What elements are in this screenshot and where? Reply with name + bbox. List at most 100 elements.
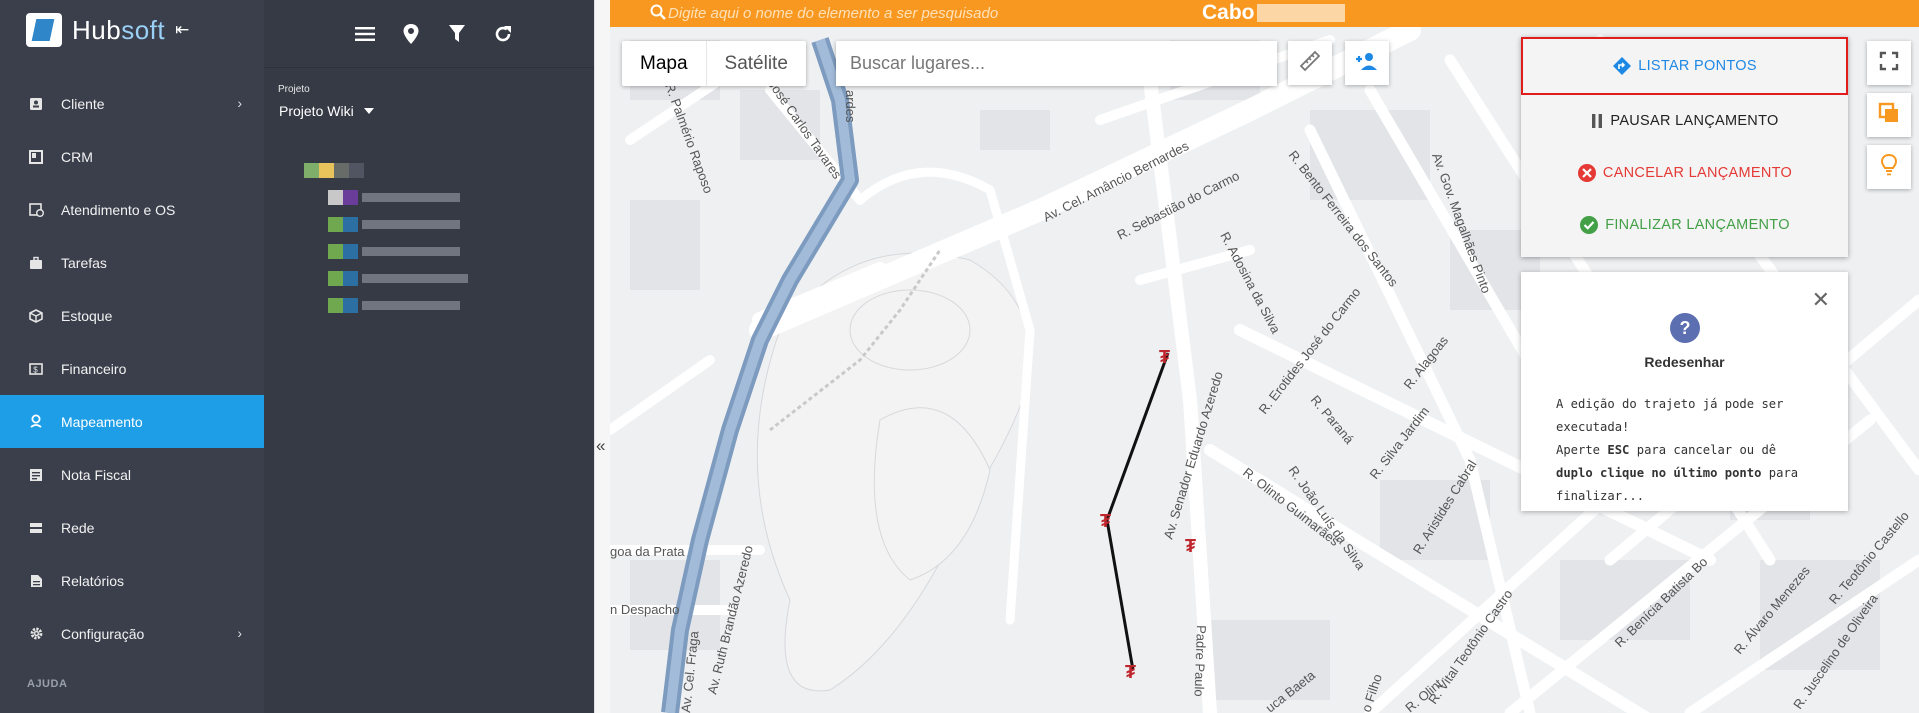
location-pin-icon[interactable] (400, 23, 422, 45)
sidebar-item-atendimento[interactable]: Atendimento e OS (0, 183, 264, 236)
tree-row[interactable] (328, 189, 468, 206)
sidebar-item-financeiro[interactable]: $ Financeiro (0, 342, 264, 395)
ruler-icon (1299, 50, 1321, 77)
sidebar-item-mapeamento[interactable]: Mapeamento (0, 395, 264, 448)
info-line: A edição do trajeto já pode ser (1556, 397, 1784, 411)
sidebar-item-label: Financeiro (61, 360, 127, 377)
sidebar-item-configuracao[interactable]: Configuração › (0, 607, 264, 660)
sidebar-item-nota-fiscal[interactable]: Nota Fiscal (0, 448, 264, 501)
element-search-bar[interactable]: Digite aqui o nome do elemento a ser pes… (610, 0, 1919, 27)
close-icon[interactable]: ✕ (1812, 287, 1830, 313)
sidebar-item-crm[interactable]: CRM (0, 130, 264, 183)
hubsoft-logo-icon (26, 13, 62, 47)
project-label: Projeto (278, 84, 310, 95)
info-line: executada! (1556, 420, 1630, 434)
sidebar-item-label: Tarefas (61, 254, 107, 271)
chevron-right-icon: › (237, 625, 242, 641)
redacted-block (1256, 4, 1345, 23)
sidebar-item-label: Mapeamento (61, 413, 143, 430)
calendar-clock-icon (28, 202, 44, 218)
svg-text:₮: ₮ (1185, 536, 1196, 556)
search-placeholder: Digite aqui o nome do elemento a ser pes… (668, 5, 999, 22)
refresh-icon[interactable] (492, 23, 514, 45)
tree-row[interactable] (328, 216, 468, 233)
finish-launch-button[interactable]: FINALIZAR LANÇAMENTO (1521, 199, 1848, 251)
person-pin-icon (28, 414, 44, 430)
sidebar-item-relatorios[interactable]: Relatórios (0, 554, 264, 607)
sidebar-item-label: Atendimento e OS (61, 201, 176, 218)
svg-text:₮: ₮ (1159, 347, 1170, 367)
add-person-icon (1355, 51, 1379, 76)
board-icon (28, 149, 44, 165)
receipt-icon (28, 467, 44, 483)
street-label: ardes (843, 90, 858, 123)
sidebar-item-label: Nota Fiscal (61, 466, 132, 483)
tree-row[interactable] (304, 162, 468, 179)
places-search-input[interactable] (836, 41, 1277, 86)
sidebar-item-tarefas[interactable]: Tarefas (0, 236, 264, 289)
ruler-button[interactable] (1288, 41, 1332, 85)
collapse-menu-icon[interactable]: ⇤ (175, 20, 189, 40)
main-menu: Cliente › CRM Atendimento e OS Tarefas E… (0, 77, 264, 690)
map-type-satelite[interactable]: Satélite (707, 41, 806, 86)
filter-icon[interactable] (446, 23, 468, 45)
fullscreen-icon (1879, 51, 1899, 76)
info-line: duplo clique no último ponto para (1556, 466, 1799, 480)
report-icon (28, 573, 44, 589)
svg-text:₮: ₮ (1100, 511, 1111, 531)
gear-icon (28, 626, 44, 642)
double-chevron-left-icon[interactable]: « (596, 436, 605, 456)
sidebar-item-label: Estoque (61, 307, 113, 324)
brand-name: Hubsoft (72, 14, 166, 45)
contact-card-icon (28, 96, 44, 112)
project-select-value: Projeto Wiki (279, 103, 354, 119)
info-body: A edição do trajeto já pode ser executad… (1556, 393, 1821, 508)
street-label: n Despacho (610, 602, 679, 617)
launch-actions-menu: LISTAR PONTOS PAUSAR LANÇAMENTO CANCELAR… (1521, 37, 1848, 257)
layer-tree (304, 152, 468, 314)
sidebar-item-estoque[interactable]: Estoque (0, 289, 264, 342)
menu-list-icon[interactable] (354, 23, 376, 45)
map-type-mapa[interactable]: Mapa (622, 41, 707, 86)
tips-button[interactable] (1867, 145, 1911, 189)
sidebar: Hubsoft ⇤ Cliente › CRM Atendimento e OS… (0, 0, 264, 713)
server-icon (28, 520, 44, 536)
sidebar-item-label: Relatórios (61, 572, 125, 589)
money-icon: $ (28, 361, 44, 377)
svg-text:$: $ (33, 365, 38, 374)
help-icon: ? (1670, 313, 1700, 343)
lightbulb-icon (1880, 153, 1898, 182)
layers-icon (1878, 102, 1900, 129)
menu-section-ajuda: AJUDA (27, 678, 68, 690)
info-line: Aperte ESC para cancelar ou dê (1556, 443, 1777, 457)
tree-row[interactable] (328, 297, 468, 314)
cancel-launch-button[interactable]: CANCELAR LANÇAMENTO (1521, 147, 1848, 199)
sidebar-item-label: Rede (61, 519, 95, 536)
add-person-button[interactable] (1345, 41, 1389, 85)
sidebar-item-cliente[interactable]: Cliente › (0, 77, 264, 130)
fullscreen-button[interactable] (1867, 41, 1911, 85)
layers-button[interactable] (1867, 93, 1911, 137)
map-type-control: Mapa Satélite (622, 41, 806, 86)
tree-row[interactable] (328, 243, 468, 260)
logo[interactable]: Hubsoft ⇤ (0, 0, 264, 60)
sidebar-item-label: Cliente (61, 95, 105, 112)
directions-icon (1613, 57, 1632, 75)
panel-resize-handle[interactable]: « (594, 0, 610, 713)
layers-panel: Projeto Projeto Wiki (264, 0, 594, 713)
project-select[interactable]: Projeto Wiki (279, 103, 594, 119)
list-points-label: LISTAR PONTOS (1638, 58, 1757, 74)
pause-launch-button[interactable]: PAUSAR LANÇAMENTO (1521, 95, 1848, 147)
box-icon (28, 308, 44, 324)
street-label: Padre Paulo (1192, 625, 1209, 697)
tree-row[interactable] (328, 270, 468, 287)
pause-icon (1592, 114, 1603, 128)
redraw-info-popup: ✕ ? Redesenhar A edição do trajeto já po… (1521, 272, 1848, 511)
check-circle-icon (1580, 216, 1599, 234)
finish-launch-label: FINALIZAR LANÇAMENTO (1605, 217, 1790, 233)
sidebar-item-rede[interactable]: Rede (0, 501, 264, 554)
list-points-button[interactable]: LISTAR PONTOS (1521, 37, 1848, 95)
cancel-launch-label: CANCELAR LANÇAMENTO (1602, 165, 1793, 181)
chevron-right-icon: › (237, 95, 242, 111)
info-line: finalizar... (1556, 489, 1645, 503)
